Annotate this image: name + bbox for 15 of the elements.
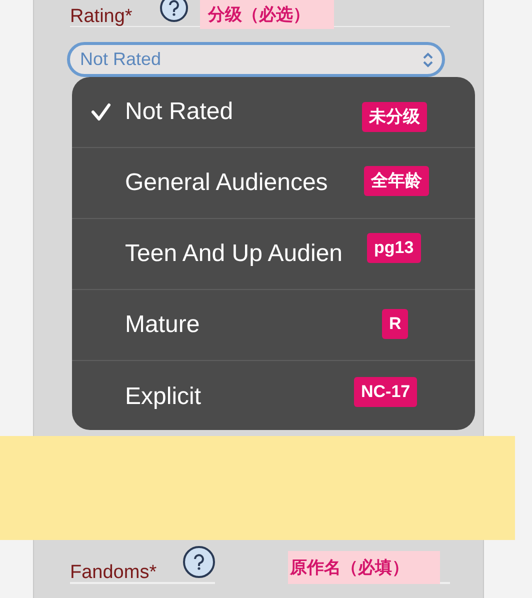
annotation-badge: 未分级 [362,102,427,132]
annotation-badge: pg13 [367,233,421,263]
annotation-badge: 全年龄 [364,166,429,196]
menu-item[interactable]: Explicit NC-17 [72,361,475,430]
annotation-label: 原作名（必填） [288,551,440,584]
field-label: Rating* [70,5,132,29]
menu-item[interactable]: Not Rated 未分级 [72,77,475,148]
annotation-label: 分级（必选） [200,0,334,29]
menu-item[interactable]: General Audiences 全年龄 [72,148,475,219]
field-label: Fandoms* [70,561,157,585]
menu-item[interactable]: Mature R [72,290,475,361]
annotation-badge: NC-17 [354,377,418,407]
annotation-badge: R [382,309,408,339]
chevron-icon [422,52,434,68]
menu-item[interactable]: Teen And Up Audien pg13 [72,219,475,290]
